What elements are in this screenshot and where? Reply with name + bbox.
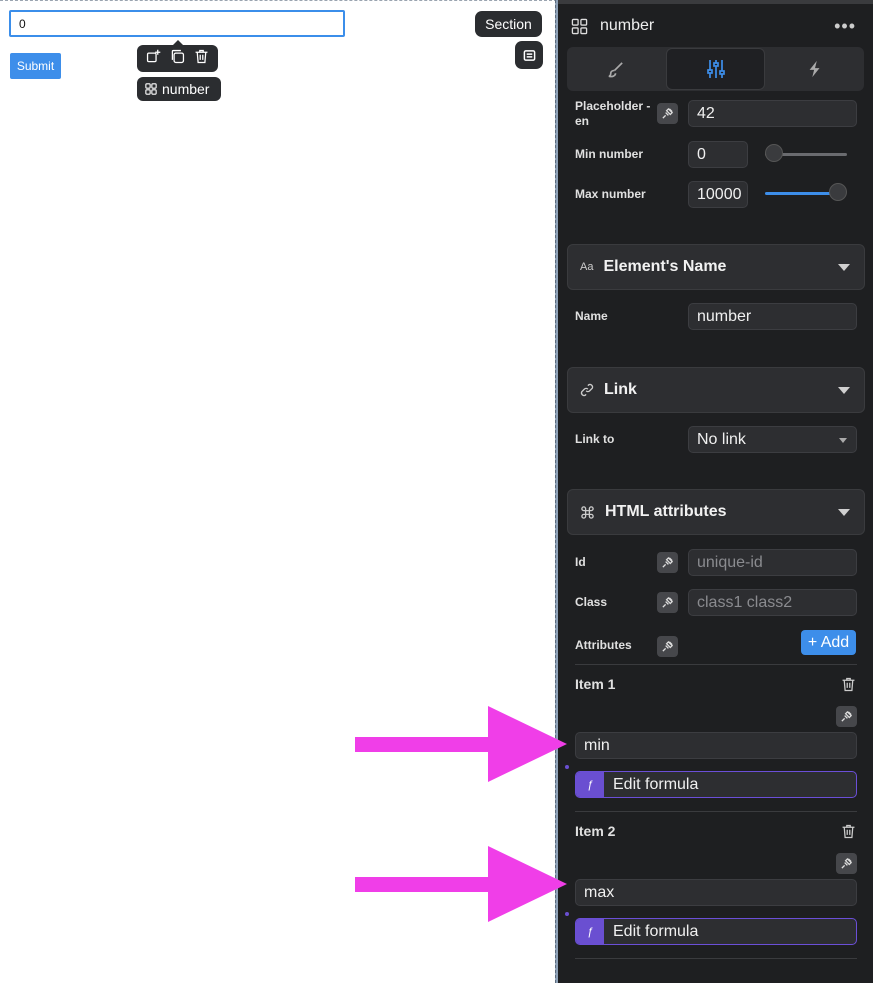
formula-icon: ƒ <box>576 772 604 797</box>
annotation-arrow-icon <box>355 706 567 782</box>
name-field[interactable]: number <box>688 303 857 330</box>
element-tag[interactable]: number <box>137 77 221 101</box>
class-label: Class <box>575 595 608 609</box>
link-to-label: Link to <box>575 432 615 446</box>
dynamic-data-button[interactable] <box>657 103 678 124</box>
id-dynamic-data-button[interactable] <box>657 552 678 573</box>
item-1-dynamic-data-button[interactable] <box>836 706 857 727</box>
item-2-edit-formula-button[interactable]: ƒ Edit formula <box>575 918 857 945</box>
element-tag-label: number <box>162 81 210 97</box>
number-input[interactable] <box>9 10 345 37</box>
max-number-slider-handle[interactable] <box>829 183 847 201</box>
link-to-select[interactable]: No link <box>688 426 857 453</box>
chevron-down-icon <box>838 387 850 394</box>
class-dynamic-data-button[interactable] <box>657 592 678 613</box>
section-pill[interactable]: Section <box>475 11 542 37</box>
annotation-arrow-icon <box>355 846 567 922</box>
item-2-dynamic-data-button[interactable] <box>836 853 857 874</box>
grid-icon <box>145 83 157 95</box>
link-to-value: No link <box>697 430 746 448</box>
plug-icon <box>662 596 674 608</box>
placeholder-field[interactable]: 42 <box>688 100 857 127</box>
submit-button[interactable]: Submit <box>10 53 61 79</box>
item-2-name-field[interactable]: max <box>575 879 857 906</box>
link-icon <box>580 383 594 397</box>
menu-icon <box>523 49 535 61</box>
formula-icon: ƒ <box>576 919 604 944</box>
id-field[interactable]: unique-id <box>688 549 857 576</box>
plug-icon <box>841 857 853 869</box>
name-label: Name <box>575 309 608 323</box>
chevron-down-icon <box>838 509 850 516</box>
chevron-down-icon <box>838 264 850 271</box>
item-1-label: Item 1 <box>575 676 616 692</box>
plug-icon <box>841 710 853 722</box>
add-attribute-button[interactable]: + Add <box>801 630 856 655</box>
add-element-icon[interactable] <box>145 48 162 70</box>
link-section-header[interactable]: Link <box>567 367 865 413</box>
lightning-icon <box>809 60 820 78</box>
chevron-down-icon <box>839 438 847 443</box>
divider <box>575 958 857 959</box>
more-options-icon[interactable]: ••• <box>834 16 856 37</box>
command-icon <box>581 505 594 519</box>
max-number-field[interactable]: 10000 <box>688 181 748 208</box>
edit-formula-label: Edit formula <box>613 922 699 940</box>
class-field[interactable]: class1 class2 <box>688 589 857 616</box>
item-1-edit-formula-button[interactable]: ƒ Edit formula <box>575 771 857 798</box>
element-name-section-header[interactable]: Aa Element's Name <box>567 244 865 290</box>
id-label: Id <box>575 555 586 569</box>
trash-icon[interactable] <box>193 48 210 70</box>
placeholder-label: Placeholder - en <box>575 99 651 128</box>
tab-interactions[interactable] <box>766 47 864 91</box>
editor-canvas: Submit number Section <box>0 0 557 983</box>
panel-title: number <box>600 17 655 34</box>
attributes-label: Attributes <box>575 638 632 652</box>
edit-formula-label: Edit formula <box>613 775 699 793</box>
html-attributes-section-header[interactable]: HTML attributes <box>567 489 865 535</box>
duplicate-icon[interactable] <box>169 48 186 70</box>
trash-icon[interactable] <box>840 823 857 840</box>
settings-panel: number ••• Placeholder - en 42 Min numbe… <box>558 0 873 983</box>
grid-icon <box>571 18 588 34</box>
trash-icon[interactable] <box>840 676 857 693</box>
element-name-section-title: Element's Name <box>603 258 727 275</box>
plug-icon <box>662 640 674 652</box>
tab-settings[interactable] <box>665 48 766 90</box>
plug-icon <box>662 556 674 568</box>
min-number-field[interactable]: 0 <box>688 141 748 168</box>
text-aa-icon: Aa <box>580 261 594 273</box>
min-number-slider-handle[interactable] <box>765 144 783 162</box>
tab-style[interactable] <box>567 47 665 91</box>
section-menu-button[interactable] <box>515 41 543 69</box>
attributes-dynamic-data-button[interactable] <box>657 636 678 657</box>
max-number-label: Max number <box>575 187 646 201</box>
plug-icon <box>662 107 674 119</box>
max-number-slider[interactable] <box>765 192 839 195</box>
panel-tabs <box>567 47 864 91</box>
divider <box>575 664 857 665</box>
divider <box>575 811 857 812</box>
link-section-title: Link <box>604 381 637 398</box>
item-1-name-field[interactable]: min <box>575 732 857 759</box>
min-number-label: Min number <box>575 147 643 161</box>
sliders-icon <box>706 60 725 78</box>
element-toolbar <box>137 40 218 72</box>
panel-header: number ••• <box>558 8 873 44</box>
html-attributes-section-title: HTML attributes <box>605 503 727 520</box>
item-2-label: Item 2 <box>575 823 616 839</box>
brush-icon <box>608 61 624 77</box>
